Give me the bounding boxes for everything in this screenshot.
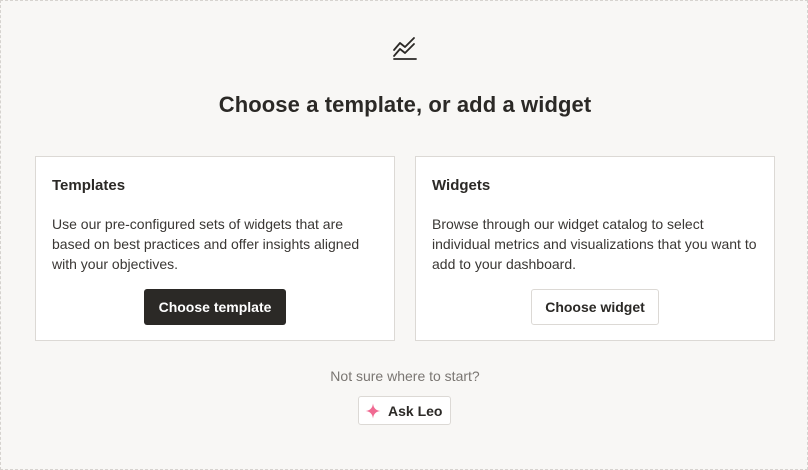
templates-card-title: Templates (52, 177, 126, 194)
chart-trend-icon (393, 37, 417, 60)
ask-leo-button[interactable]: Ask Leo (358, 396, 451, 425)
widgets-card-title: Widgets (432, 177, 491, 194)
templates-card-description: Use our pre-configured sets of widgets t… (52, 216, 360, 272)
widgets-card-description: Browse through our widget catalog to sel… (432, 216, 757, 272)
templates-card: Templates Use our pre-configured sets of… (35, 156, 395, 341)
help-hint-text: Not sure where to start? (330, 368, 480, 384)
sparkle-icon (365, 403, 381, 418)
ask-leo-label: Ask Leo (388, 402, 443, 419)
empty-dashboard-panel: Choose a template, or add a widget Templ… (0, 0, 808, 470)
choose-template-button[interactable]: Choose template (144, 289, 286, 325)
choose-widget-button[interactable]: Choose widget (531, 289, 659, 325)
widgets-card: Widgets Browse through our widget catalo… (415, 156, 775, 341)
page-title: Choose a template, or add a widget (218, 92, 592, 117)
